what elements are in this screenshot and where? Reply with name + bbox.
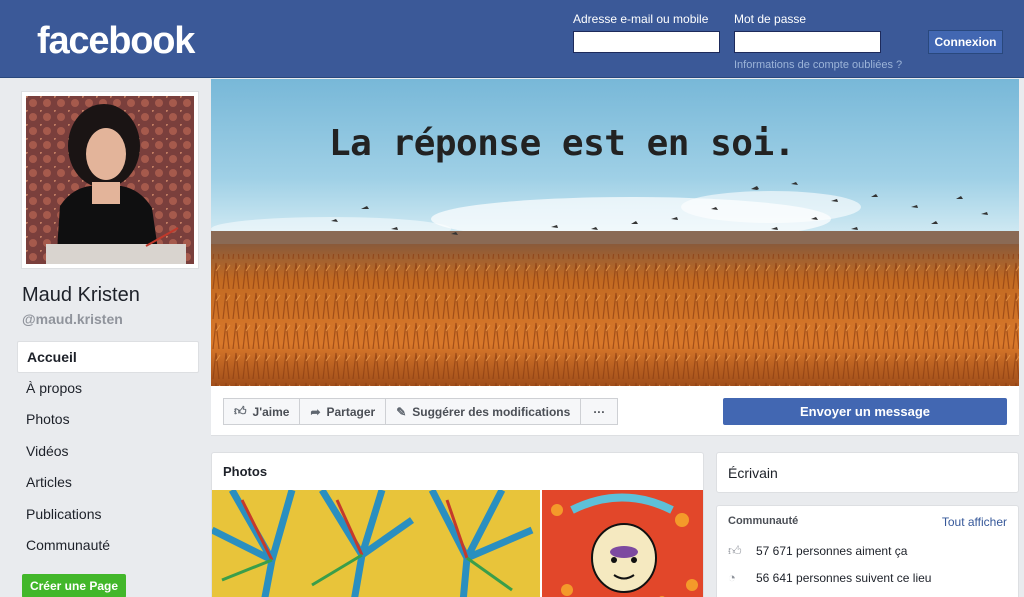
page-action-bar: 👍︎ J'aime ➦ Partager ✎ Suggérer des modi… (211, 386, 1019, 436)
share-label: Partager (326, 404, 376, 419)
like-button[interactable]: 👍︎ J'aime (223, 398, 301, 425)
photos-title[interactable]: Photos (223, 464, 267, 479)
page-username[interactable]: @maud.kristen (22, 311, 123, 327)
thumbs-up-icon: 👍︎ (728, 543, 742, 558)
nav-item-home[interactable]: Accueil (17, 341, 199, 373)
like-label: J'aime (252, 404, 290, 419)
likes-count-row: 👍︎ 57 671 personnes aiment ça (728, 543, 907, 559)
thumbs-up-icon: 👍︎ (234, 404, 247, 418)
photo-thumbnail[interactable] (212, 490, 540, 597)
community-title: Communauté (728, 515, 799, 527)
likes-count: 57 671 personnes aiment ça (756, 544, 908, 558)
nav-item-community[interactable]: Communauté (17, 530, 199, 562)
nav-item-about[interactable]: À propos (17, 373, 199, 405)
page-category[interactable]: Écrivain (728, 465, 778, 481)
page-nav: Accueil À propos Photos Vidéos Articles … (17, 341, 199, 562)
profile-picture[interactable] (21, 91, 199, 269)
password-input[interactable] (734, 31, 881, 53)
password-label: Mot de passe (734, 12, 807, 26)
top-bar: facebook Adresse e-mail ou mobile Mot de… (0, 0, 1024, 78)
send-message-button[interactable]: Envoyer un message (723, 398, 1007, 425)
suggest-edits-button[interactable]: ✎ Suggérer des modifications (385, 398, 582, 425)
nav-item-photos[interactable]: Photos (17, 404, 199, 436)
cover-caption: La réponse est en soi. (329, 123, 795, 164)
nav-item-videos[interactable]: Vidéos (17, 436, 199, 468)
create-page-button[interactable]: Créer une Page (22, 574, 126, 597)
category-card: Écrivain (716, 452, 1019, 493)
profile-photo (26, 96, 194, 264)
profile-photo-illustration (26, 96, 194, 264)
photo-painting-figure (542, 490, 703, 597)
share-arrow-icon: ➦ (310, 404, 321, 419)
photo-thumbnail[interactable] (542, 490, 703, 597)
more-dots: ··· (593, 404, 606, 419)
login-button[interactable]: Connexion (928, 30, 1003, 54)
cover-photo[interactable]: La réponse est en soi. (211, 79, 1019, 386)
followers-count: 56 641 personnes suivent ce lieu (756, 570, 932, 585)
suggest-label: Suggérer des modifications (412, 404, 571, 419)
facebook-logo[interactable]: facebook (37, 20, 195, 63)
nav-item-posts[interactable]: Publications (17, 499, 199, 531)
page-title: Maud Kristen (22, 284, 140, 306)
photos-card: Photos (211, 452, 704, 597)
photo-painting-trees (212, 490, 540, 597)
nav-item-articles[interactable]: Articles (17, 467, 199, 499)
followers-count-row: ◔ 56 641 personnes suivent ce lieu (728, 570, 931, 585)
pencil-icon: ✎ (396, 404, 407, 419)
action-buttons: 👍︎ J'aime ➦ Partager ✎ Suggérer des modi… (223, 398, 619, 425)
share-button[interactable]: ➦ Partager (299, 398, 387, 425)
rss-follow-icon: ◔ (728, 570, 736, 585)
community-card: Communauté Tout afficher 👍︎ 57 671 perso… (716, 505, 1019, 597)
email-input[interactable] (573, 31, 720, 53)
forgot-account-link[interactable]: Informations de compte oubliées ? (734, 59, 902, 71)
more-button[interactable]: ··· (580, 398, 619, 425)
see-all-link[interactable]: Tout afficher (942, 515, 1007, 529)
email-label: Adresse e-mail ou mobile (573, 12, 709, 26)
